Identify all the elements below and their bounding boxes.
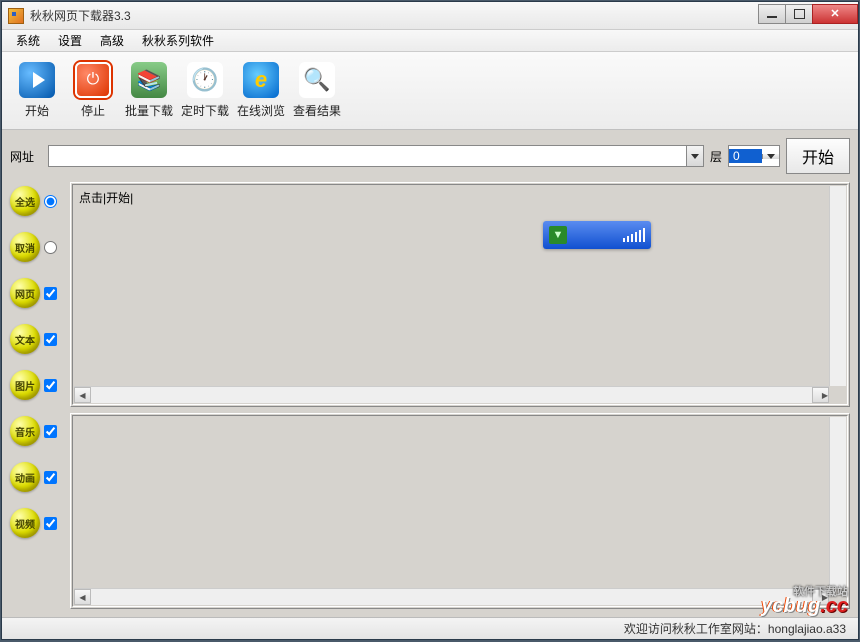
lower-scrollbar-vertical[interactable]	[829, 417, 846, 588]
maximize-button[interactable]	[785, 4, 813, 24]
hint-text: 点击|开始|	[79, 191, 133, 205]
orb-icon: 取消	[10, 232, 40, 262]
download-arrow-icon	[549, 226, 567, 244]
close-button[interactable]	[812, 4, 858, 24]
scroll-left-button[interactable]	[74, 387, 91, 403]
menu-system[interactable]: 系统	[8, 29, 48, 52]
url-dropdown-button[interactable]	[686, 146, 703, 166]
music-checkbox[interactable]	[44, 425, 57, 438]
batch-download-icon	[131, 62, 167, 98]
orb-icon: 音乐	[10, 416, 40, 446]
toolbar-stop-label: 停止	[81, 102, 105, 119]
statusbar: 欢迎访问秋秋工作室网站：honglajiao.a33	[2, 617, 858, 639]
upper-scrollbar-horizontal[interactable]	[74, 386, 829, 403]
upper-pane: 点击|开始|	[70, 182, 850, 407]
video-checkbox[interactable]	[44, 517, 57, 530]
toolbar-results-label: 查看结果	[293, 102, 341, 119]
sidebar-item-webpage[interactable]: 网页	[10, 278, 64, 308]
toolbar-start-button[interactable]: 开始	[12, 62, 62, 119]
image-checkbox[interactable]	[44, 379, 57, 392]
toolbar-timer-button[interactable]: 定时下载	[180, 62, 230, 119]
text-checkbox[interactable]	[44, 333, 57, 346]
orb-icon: 图片	[10, 370, 40, 400]
layer-combobox[interactable]: 0	[728, 145, 780, 167]
sidebar-item-music[interactable]: 音乐	[10, 416, 64, 446]
url-label: 网址	[10, 148, 42, 165]
scroll-left-button[interactable]	[74, 589, 91, 605]
toolbar-browse-label: 在线浏览	[237, 102, 285, 119]
sidebar-item-cancel[interactable]: 取消	[10, 232, 64, 262]
menu-advanced[interactable]: 高级	[92, 29, 132, 52]
app-window: 秋秋网页下载器3.3 系统 设置 高级 秋秋系列软件 开始 停止 批量下载 定时…	[1, 1, 859, 640]
lower-pane	[70, 413, 850, 609]
window-controls	[759, 4, 858, 24]
play-icon	[19, 62, 55, 98]
orb-icon: 文本	[10, 324, 40, 354]
minimize-button[interactable]	[758, 4, 786, 24]
magnifier-icon	[299, 62, 335, 98]
client-area: 网址 层 0 开始 全选 取消	[2, 130, 858, 617]
lower-pane-content	[73, 416, 847, 589]
scroll-right-button[interactable]	[812, 387, 829, 403]
scroll-right-button[interactable]	[812, 589, 829, 605]
toolbar-results-button[interactable]: 查看结果	[292, 62, 342, 119]
toolbar-start-label: 开始	[25, 102, 49, 119]
internet-explorer-icon	[243, 62, 279, 98]
select-all-radio[interactable]	[44, 195, 57, 208]
orb-icon: 全选	[10, 186, 40, 216]
menu-qiuqiu-series[interactable]: 秋秋系列软件	[134, 29, 222, 52]
sidebar-item-text[interactable]: 文本	[10, 324, 64, 354]
status-text: 欢迎访问秋秋工作室网站：honglajiao.a33	[624, 620, 846, 637]
url-input[interactable]	[49, 146, 686, 166]
window-title: 秋秋网页下载器3.3	[30, 7, 759, 24]
sidebar-item-image[interactable]: 图片	[10, 370, 64, 400]
menu-settings[interactable]: 设置	[50, 29, 90, 52]
sidebar-item-animation[interactable]: 动画	[10, 462, 64, 492]
toolbar: 开始 停止 批量下载 定时下载 在线浏览 查看结果	[2, 52, 858, 130]
url-row: 网址 层 0 开始	[10, 138, 850, 174]
app-icon	[8, 8, 24, 24]
menubar: 系统 设置 高级 秋秋系列软件	[2, 30, 858, 52]
stop-icon	[75, 62, 111, 98]
sidebar-item-video[interactable]: 视频	[10, 508, 64, 538]
layer-dropdown-button[interactable]	[762, 154, 779, 159]
cancel-radio[interactable]	[44, 241, 57, 254]
main-area: 全选 取消 网页 文本 图片	[10, 182, 850, 609]
upper-pane-content: 点击|开始|	[73, 185, 847, 387]
animation-checkbox[interactable]	[44, 471, 57, 484]
layer-label: 层	[710, 148, 722, 165]
timer-icon	[187, 62, 223, 98]
start-button[interactable]: 开始	[786, 138, 850, 174]
panes: 点击|开始|	[70, 182, 850, 609]
sidebar: 全选 取消 网页 文本 图片	[10, 182, 64, 609]
download-widget[interactable]	[543, 221, 651, 249]
toolbar-batch-button[interactable]: 批量下载	[124, 62, 174, 119]
toolbar-stop-button[interactable]: 停止	[68, 62, 118, 119]
signal-bars-icon	[623, 228, 645, 242]
toolbar-batch-label: 批量下载	[125, 102, 173, 119]
toolbar-timer-label: 定时下载	[181, 102, 229, 119]
titlebar: 秋秋网页下载器3.3	[2, 2, 858, 30]
layer-value: 0	[729, 149, 762, 163]
orb-icon: 视频	[10, 508, 40, 538]
upper-scrollbar-vertical[interactable]	[829, 186, 846, 386]
toolbar-browse-button[interactable]: 在线浏览	[236, 62, 286, 119]
lower-scrollbar-horizontal[interactable]	[74, 588, 829, 605]
webpage-checkbox[interactable]	[44, 287, 57, 300]
orb-icon: 网页	[10, 278, 40, 308]
url-combobox[interactable]	[48, 145, 704, 167]
orb-icon: 动画	[10, 462, 40, 492]
sidebar-item-select-all[interactable]: 全选	[10, 186, 64, 216]
